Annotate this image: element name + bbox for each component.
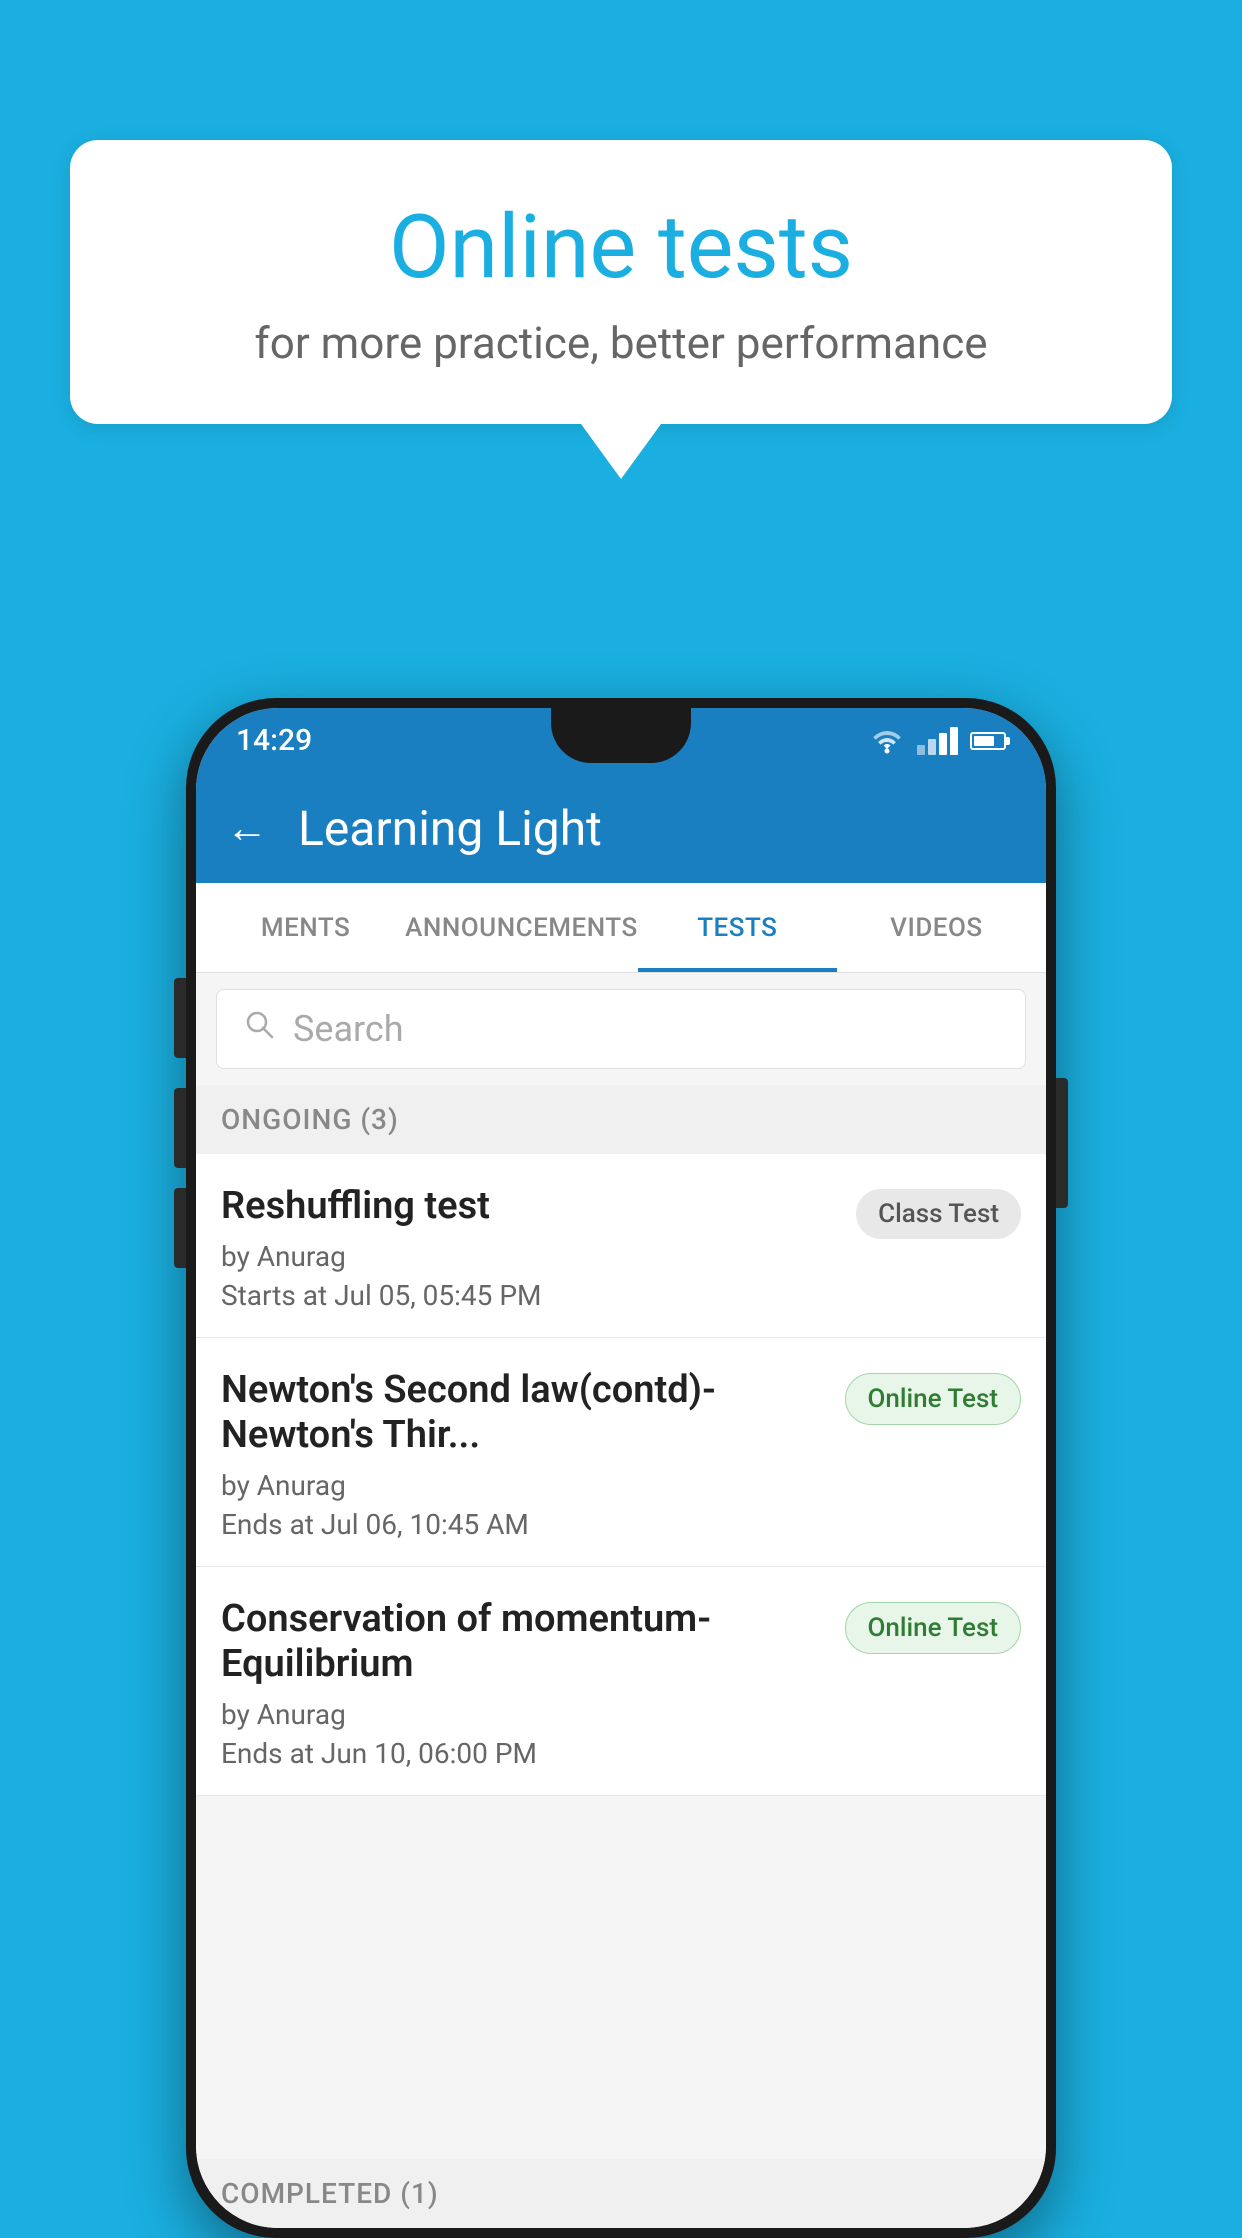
test-info-3: Conservation of momentum-Equilibrium by … (221, 1597, 845, 1770)
power-button (1056, 1078, 1068, 1208)
signal-icon (917, 727, 958, 755)
back-button[interactable]: ← (226, 804, 268, 853)
battery-icon (970, 732, 1006, 750)
test-name-3: Conservation of momentum-Equilibrium (221, 1597, 830, 1688)
status-time: 14:29 (236, 723, 312, 758)
phone-frame: 14:29 (186, 698, 1056, 2238)
speech-bubble-container: Online tests for more practice, better p… (70, 140, 1172, 479)
test-info-1: Reshuffling test by Anurag Starts at Jul… (221, 1184, 856, 1312)
wifi-icon (869, 727, 905, 755)
completed-title: COMPLETED (1) (221, 2177, 439, 2210)
test-time-1: Starts at Jul 05, 05:45 PM (221, 1279, 841, 1312)
search-container: Search (196, 973, 1046, 1085)
test-time-2: Ends at Jul 06, 10:45 AM (221, 1508, 830, 1541)
tab-announcements[interactable]: ANNOUNCEMENTS (405, 883, 638, 972)
phone-screen: 14:29 (196, 708, 1046, 2228)
speech-bubble: Online tests for more practice, better p… (70, 140, 1172, 424)
test-item-newtons[interactable]: Newton's Second law(contd)-Newton's Thir… (196, 1338, 1046, 1567)
extra-button (174, 1188, 186, 1268)
test-author-3: by Anurag (221, 1698, 830, 1731)
volume-up-button (174, 978, 186, 1058)
test-name-2: Newton's Second law(contd)-Newton's Thir… (221, 1368, 830, 1459)
test-badge-2: Online Test (845, 1373, 1022, 1425)
tab-tests[interactable]: TESTS (638, 883, 837, 972)
search-icon (242, 1007, 278, 1052)
test-item-conservation[interactable]: Conservation of momentum-Equilibrium by … (196, 1567, 1046, 1796)
test-author-1: by Anurag (221, 1240, 841, 1273)
status-icons (869, 727, 1006, 755)
tabs-bar: MENTS ANNOUNCEMENTS TESTS VIDEOS (196, 883, 1046, 973)
test-name-1: Reshuffling test (221, 1184, 841, 1230)
completed-section-header: COMPLETED (1) (196, 2159, 1046, 2228)
search-bar[interactable]: Search (216, 989, 1026, 1069)
tab-ments[interactable]: MENTS (206, 883, 405, 972)
speech-bubble-title: Online tests (130, 200, 1112, 297)
test-badge-1: Class Test (856, 1189, 1021, 1239)
test-info-2: Newton's Second law(contd)-Newton's Thir… (221, 1368, 845, 1541)
notch (551, 708, 691, 763)
speech-bubble-subtitle: for more practice, better performance (130, 317, 1112, 369)
test-author-2: by Anurag (221, 1469, 830, 1502)
ongoing-section-header: ONGOING (3) (196, 1085, 1046, 1154)
search-placeholder: Search (293, 1008, 404, 1050)
test-time-3: Ends at Jun 10, 06:00 PM (221, 1737, 830, 1770)
speech-bubble-arrow (581, 424, 661, 479)
tab-videos[interactable]: VIDEOS (837, 883, 1036, 972)
app-title: Learning Light (298, 800, 602, 857)
test-badge-3: Online Test (845, 1602, 1022, 1654)
status-bar: 14:29 (196, 708, 1046, 773)
app-bar: ← Learning Light (196, 773, 1046, 883)
screen-content: Search ONGOING (3) Reshuffling test by A… (196, 973, 1046, 2228)
test-item-reshuffling[interactable]: Reshuffling test by Anurag Starts at Jul… (196, 1154, 1046, 1338)
ongoing-title: ONGOING (3) (221, 1103, 399, 1136)
volume-down-button (174, 1088, 186, 1168)
